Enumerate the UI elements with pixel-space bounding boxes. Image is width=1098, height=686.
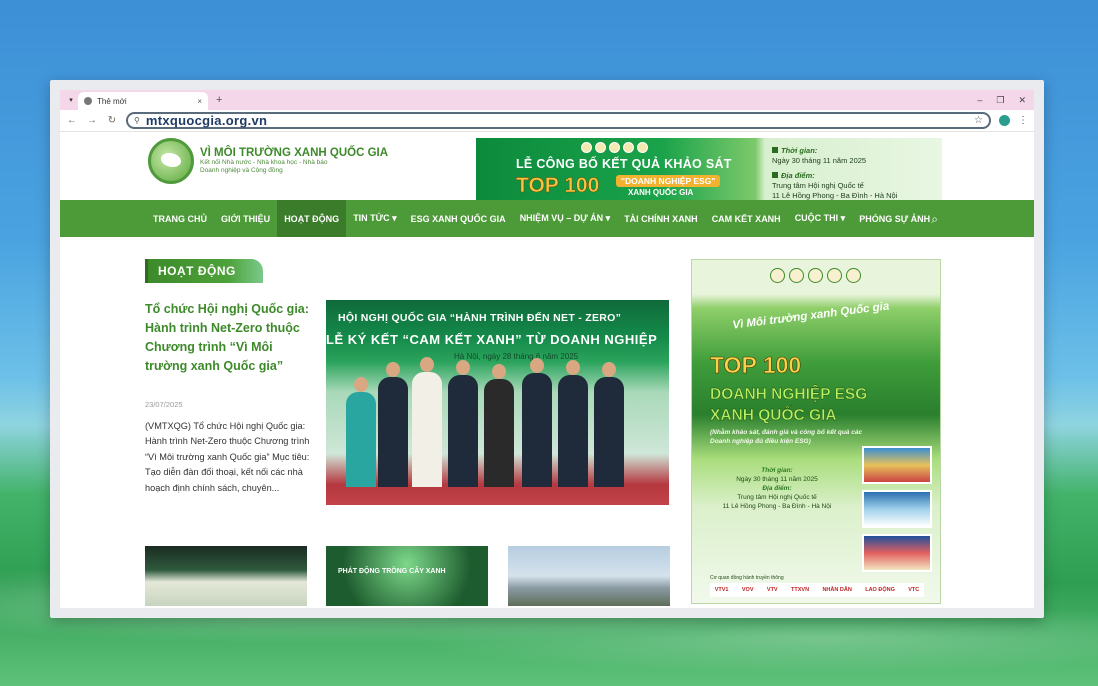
hero-date: Hà Nội, ngày 28 tháng 6 năm 2025 xyxy=(454,352,579,361)
main-content: HOẠT ĐỘNG Tổ chức Hội nghị Quốc gia: Hàn… xyxy=(60,237,1034,608)
banner-subtitle: XANH QUỐC GIA xyxy=(628,188,694,197)
event-photo xyxy=(862,534,932,572)
person-figure xyxy=(346,377,376,487)
banner-heading: LỄ CÔNG BỐ KẾT QUẢ KHẢO SÁT xyxy=(516,157,732,171)
poster-title: DOANH NGHIỆP ESG XANH QUỐC GIA xyxy=(710,386,868,424)
nav-item-tin-tuc[interactable]: TIN TỨC ▾ xyxy=(346,200,403,237)
person-figure xyxy=(448,360,478,487)
nav-item-esg[interactable]: ESG XANH QUỐC GIA xyxy=(404,200,513,237)
maximize-icon[interactable]: ❐ xyxy=(996,95,1004,106)
partner-logo-icon xyxy=(827,268,842,283)
sidebar-poster[interactable]: Vì Môi trường xanh Quốc gia TOP 100 DOAN… xyxy=(691,259,941,604)
url-input[interactable]: ⚲ mtxquocgia.org.vn ☆ xyxy=(126,112,991,129)
media-logo: LAO ĐỘNG xyxy=(865,587,895,593)
partner-logo-icon xyxy=(770,268,785,283)
tab-title: Thẻ mới xyxy=(97,96,127,106)
post-excerpt: (VMTXQG) Tổ chức Hội nghị Quốc gia: Hành… xyxy=(145,421,310,493)
hero-heading: HỘI NGHỊ QUỐC GIA “HÀNH TRÌNH ĐẾN NET - … xyxy=(338,312,622,324)
post-date: 23/07/2025 xyxy=(145,400,183,409)
site-logo[interactable]: VÌ MÔI TRƯỜNG XANH QUỐC GIA Kết nối Nhà … xyxy=(148,138,388,184)
thumbnail-caption: PHÁT ĐỘNG TRỒNG CÂY XANH xyxy=(338,568,446,575)
banner-info: Thời gian: Ngày 30 tháng 11 năm 2025 Địa… xyxy=(772,146,898,200)
banner-top100: TOP 100 xyxy=(516,174,600,198)
poster-top100: TOP 100 xyxy=(710,352,802,379)
bookmark-star-icon[interactable]: ☆ xyxy=(974,115,983,126)
event-photo xyxy=(862,490,932,528)
media-logo: NHÂN DÂN xyxy=(822,587,852,593)
person-figure xyxy=(594,362,624,487)
site-header: VÌ MÔI TRƯỜNG XANH QUỐC GIA Kết nối Nhà … xyxy=(60,132,1034,204)
partner-logo-icon xyxy=(808,268,823,283)
nav-item-cuoc-thi[interactable]: CUỘC THI ▾ xyxy=(788,200,853,237)
nav-item-gioi-thieu[interactable]: GIỚI THIỆU xyxy=(214,200,277,237)
url-text[interactable]: mtxquocgia.org.vn xyxy=(146,113,968,128)
globe-icon xyxy=(84,97,92,105)
person-figure xyxy=(558,360,588,487)
nav-item-nhiem-vu[interactable]: NHIỆM VỤ – DỰ ÁN ▾ xyxy=(513,200,618,237)
menu-dots-icon[interactable]: ⋮ xyxy=(1018,115,1028,126)
tab-close-icon[interactable]: × xyxy=(197,97,202,106)
media-logo: VTV xyxy=(766,587,778,593)
nav-item-hoat-dong[interactable]: HOẠT ĐỘNG xyxy=(277,200,347,237)
post-thumbnail[interactable] xyxy=(145,546,307,606)
media-logo: VTV1 xyxy=(714,587,729,593)
post-thumbnail[interactable]: PHÁT ĐỘNG TRỒNG CÂY XANH xyxy=(326,546,488,606)
event-photo xyxy=(862,446,932,484)
header-banner[interactable]: LỄ CÔNG BỐ KẾT QUẢ KHẢO SÁT TOP 100 "DOA… xyxy=(476,138,942,204)
nav-item-tai-chinh[interactable]: TÀI CHÍNH XANH xyxy=(617,200,705,237)
browser-tab[interactable]: Thẻ mới × xyxy=(78,92,208,110)
featured-post-title[interactable]: Tổ chức Hội nghị Quốc gia: Hành trình Ne… xyxy=(145,300,310,376)
media-logo: TTXVN xyxy=(791,587,810,593)
new-tab-button[interactable]: + xyxy=(216,94,222,106)
partner-logo-icon xyxy=(789,268,804,283)
hero-subheading: LỄ KÝ KẾT “CAM KẾT XANH” TỪ DOANH NGHIỆP xyxy=(326,332,658,347)
nav-item-phong-su[interactable]: PHÓNG SỰ ẢNH xyxy=(852,200,937,237)
media-logo: VTC xyxy=(908,587,920,593)
partner-logo-icon xyxy=(581,142,592,153)
person-figure xyxy=(378,362,408,487)
logo-tagline: Kết nối Nhà nước - Nhà khoa học - Nhà bá… xyxy=(200,159,328,166)
profile-avatar[interactable] xyxy=(999,115,1010,126)
featured-post-image[interactable]: HỘI NGHỊ QUỐC GIA “HÀNH TRÌNH ĐẾN NET - … xyxy=(326,300,669,505)
poster-details: Thời gian: Ngày 30 tháng 11 năm 2025 Địa… xyxy=(722,467,832,510)
minimize-icon[interactable]: – xyxy=(977,95,982,106)
partner-logo-icon xyxy=(637,142,648,153)
main-nav: TRANG CHỦ GIỚI THIỆU HOẠT ĐỘNG TIN TỨC ▾… xyxy=(60,200,1034,237)
partner-logo-icon xyxy=(609,142,620,153)
tab-bar: ▾ Thẻ mới × + – ❐ ✕ xyxy=(60,90,1034,110)
person-figure xyxy=(522,358,552,487)
person-figure xyxy=(484,364,514,487)
partner-logo-icon xyxy=(595,142,606,153)
nav-item-trang-chu[interactable]: TRANG CHỦ xyxy=(146,200,214,237)
media-logo: VOV xyxy=(741,587,754,593)
poster-slogan: Vì Môi trường xanh Quốc gia xyxy=(731,300,890,332)
post-thumbnail[interactable] xyxy=(508,546,670,606)
partner-logo-icon xyxy=(846,268,861,283)
banner-logos xyxy=(581,142,648,153)
logo-emblem-icon xyxy=(148,138,194,184)
person-figure xyxy=(412,357,442,487)
location-pin-icon xyxy=(772,172,778,178)
media-partners: VTV1 VOV VTV TTXVN NHÂN DÂN LAO ĐỘNG VTC xyxy=(710,583,924,597)
forward-icon[interactable]: → xyxy=(86,115,98,126)
banner-esg: "DOANH NGHIỆP ESG" xyxy=(616,175,721,187)
section-title: HOẠT ĐỘNG xyxy=(145,259,263,283)
site-info-icon[interactable]: ⚲ xyxy=(134,116,140,125)
partner-logo-icon xyxy=(623,142,634,153)
media-partners-label: Cơ quan đồng hành truyền thông xyxy=(710,575,784,581)
poster-description: (Nhằm khảo sát, đánh giá và công bố kết … xyxy=(710,429,863,445)
close-window-icon[interactable]: ✕ xyxy=(1018,95,1026,106)
address-bar: ← → ↻ ⚲ mtxquocgia.org.vn ☆ ⋮ xyxy=(60,110,1034,132)
browser-window: ▾ Thẻ mới × + – ❐ ✕ ← → ↻ ⚲ mtxquocgia.o… xyxy=(50,80,1044,618)
reload-icon[interactable]: ↻ xyxy=(106,115,118,126)
poster-logos xyxy=(770,268,861,283)
back-icon[interactable]: ← xyxy=(66,115,78,126)
nav-item-cam-ket[interactable]: CAM KẾT XANH xyxy=(705,200,788,237)
logo-tagline-2: Doanh nghiệp và Cộng đồng xyxy=(200,167,283,174)
calendar-icon xyxy=(772,147,778,153)
search-icon[interactable]: ⌕ xyxy=(931,212,938,227)
logo-name: VÌ MÔI TRƯỜNG XANH QUỐC GIA xyxy=(200,147,389,159)
tab-search-icon[interactable]: ▾ xyxy=(64,96,78,104)
